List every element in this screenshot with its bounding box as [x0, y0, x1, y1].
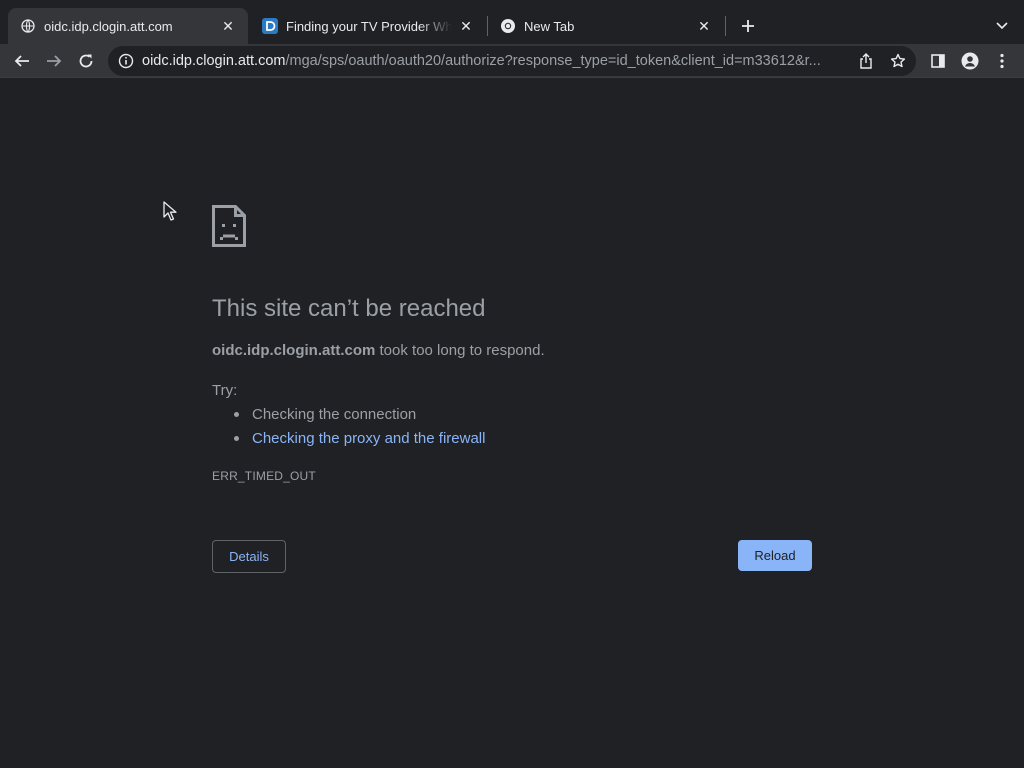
new-tab-button[interactable] — [736, 14, 760, 38]
star-icon[interactable] — [887, 50, 909, 72]
profile-button[interactable] — [956, 47, 984, 75]
try-label: Try: — [212, 382, 238, 399]
details-button[interactable]: Details — [212, 540, 286, 573]
address-bar[interactable]: oidc.idp.clogin.att.com/mga/sps/oauth/oa… — [108, 46, 916, 76]
suggestion-connection: Checking the connection — [232, 406, 485, 430]
error-page: This site can’t be reached oidc.idp.clog… — [0, 79, 1024, 768]
close-icon[interactable]: ✕ — [458, 18, 474, 34]
tab-title: New Tab — [524, 18, 575, 34]
close-icon[interactable]: ✕ — [696, 18, 712, 34]
directv-icon — [262, 18, 278, 34]
back-arrow-icon — [14, 55, 29, 67]
error-headline: This site can’t be reached — [212, 295, 486, 322]
reload-button[interactable] — [72, 47, 100, 75]
browser-toolbar: oidc.idp.clogin.att.com/mga/sps/oauth/oa… — [0, 44, 1024, 78]
suggestion-proxy-firewall-link[interactable]: Checking the proxy and the firewall — [232, 430, 485, 454]
forward-arrow-icon — [47, 55, 62, 67]
kebab-menu-icon — [1000, 53, 1004, 69]
reload-page-button[interactable]: Reload — [738, 540, 812, 571]
refresh-icon — [79, 54, 93, 68]
tab-new-tab[interactable]: New Tab ✕ — [488, 8, 724, 44]
close-icon[interactable]: ✕ — [220, 18, 236, 34]
error-message-text: took too long to respond. — [375, 342, 545, 359]
side-panel-button[interactable] — [924, 47, 952, 75]
share-icon[interactable] — [855, 50, 877, 72]
avatar-icon — [961, 52, 979, 70]
error-host: oidc.idp.clogin.att.com — [212, 342, 376, 359]
tab-title: Finding your TV Provider When — [286, 18, 452, 34]
menu-button[interactable] — [988, 47, 1016, 75]
suggestion-list: Checking the connection Checking the pro… — [232, 406, 485, 454]
url-host: oidc.idp.clogin.att.com — [142, 53, 286, 69]
tab-separator — [725, 16, 726, 36]
sad-page-icon — [212, 205, 246, 247]
chrome-icon — [500, 18, 516, 34]
forward-button[interactable] — [40, 47, 68, 75]
error-code: ERR_TIMED_OUT — [212, 469, 316, 483]
mouse-cursor-icon — [163, 201, 177, 221]
info-icon[interactable] — [118, 53, 134, 69]
error-message: oidc.idp.clogin.att.com took too long to… — [212, 342, 545, 359]
side-panel-icon — [931, 54, 945, 68]
tab-strip: oidc.idp.clogin.att.com ✕ Finding your T… — [0, 0, 1024, 44]
globe-icon — [20, 18, 36, 34]
chevron-down-icon[interactable] — [990, 14, 1014, 38]
url-text[interactable]: oidc.idp.clogin.att.com/mga/sps/oauth/oa… — [142, 53, 842, 69]
tab-tv-provider[interactable]: Finding your TV Provider When ✕ — [250, 8, 486, 44]
url-path: /mga/sps/oauth/oauth20/authorize?respons… — [285, 53, 821, 69]
tab-title: oidc.idp.clogin.att.com — [44, 18, 173, 34]
back-button[interactable] — [8, 47, 36, 75]
tab-oidc[interactable]: oidc.idp.clogin.att.com ✕ — [8, 8, 248, 44]
